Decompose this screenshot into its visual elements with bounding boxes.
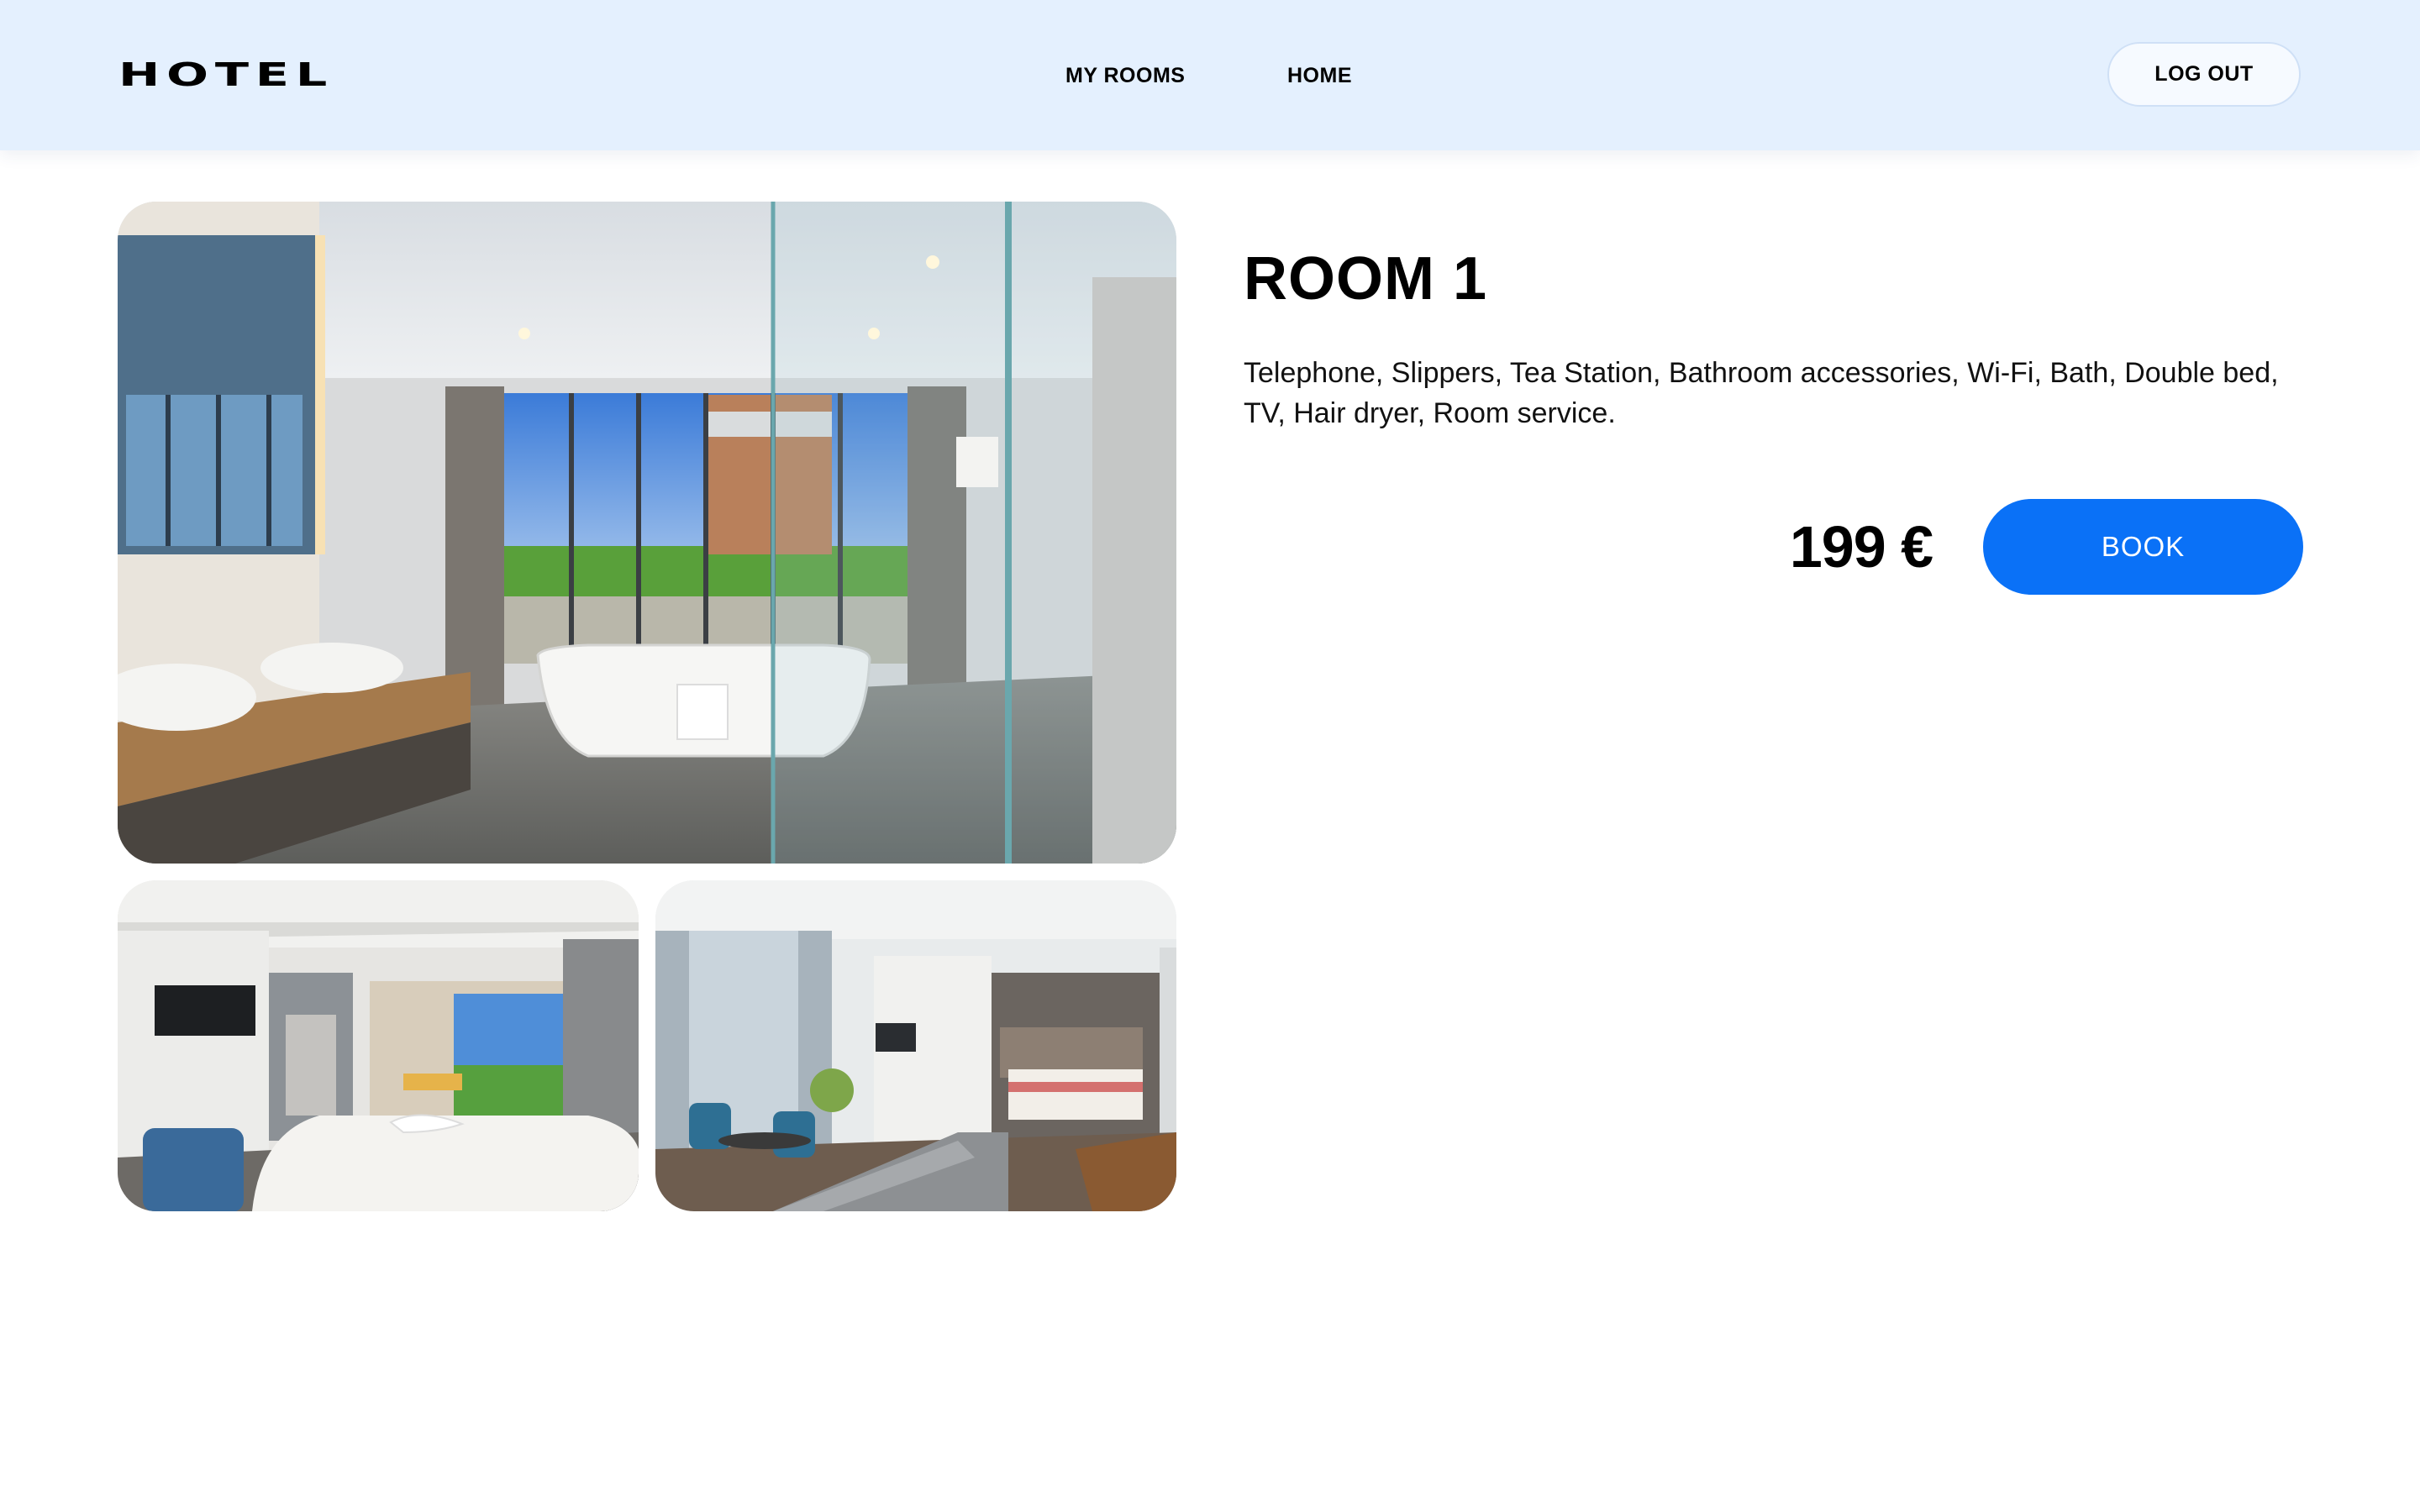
room-photo-bathroom[interactable] bbox=[118, 202, 1176, 864]
room-title: ROOM 1 bbox=[1244, 245, 1488, 312]
logout-button[interactable]: LOG OUT bbox=[2107, 42, 2301, 107]
room-price: 199 € bbox=[1789, 514, 1933, 580]
nav-my-rooms[interactable]: MY ROOMS bbox=[1065, 60, 1185, 92]
nav-home[interactable]: HOME bbox=[1287, 60, 1352, 92]
room-photo-bedroom-bath[interactable] bbox=[118, 880, 639, 1211]
top-navbar: HOTEL MY ROOMS HOME LOG OUT bbox=[0, 0, 2420, 150]
room-amenities: Telephone, Slippers, Tea Station, Bathro… bbox=[1244, 357, 2279, 429]
book-button[interactable]: BOOK bbox=[1983, 499, 2303, 595]
room-photo-living-area[interactable] bbox=[655, 880, 1176, 1211]
hotel-logo[interactable]: HOTEL bbox=[118, 52, 334, 97]
